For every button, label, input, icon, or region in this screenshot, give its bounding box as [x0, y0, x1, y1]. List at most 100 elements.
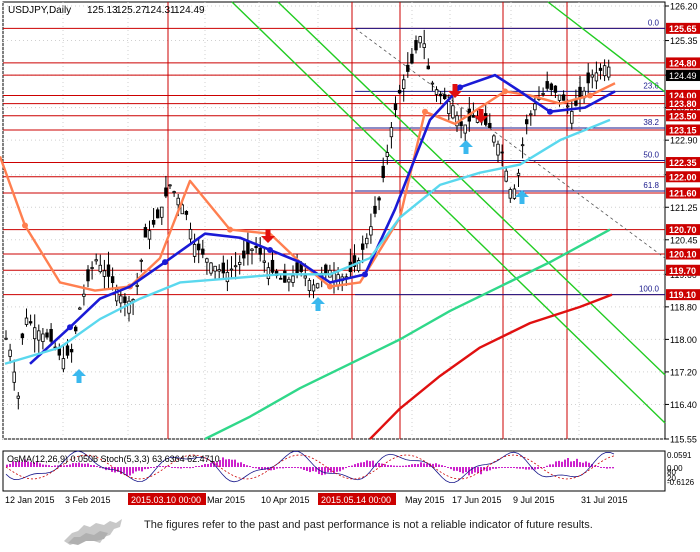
- candle-body: [188, 229, 193, 240]
- fib-label: 38.2: [643, 118, 659, 127]
- osma-bar: [42, 464, 44, 467]
- price-tick-label: 118.80: [670, 302, 697, 312]
- candle-body: [20, 333, 25, 339]
- candle-body: [94, 259, 98, 262]
- candle-body: [307, 280, 312, 291]
- osma-bar: [501, 467, 503, 468]
- candle-body: [533, 103, 537, 111]
- level-label: 120.10: [669, 250, 697, 260]
- osma-bar: [291, 467, 293, 468]
- level-label: 122.35: [669, 158, 697, 168]
- candle-body: [82, 293, 86, 297]
- osma-bar: [504, 467, 506, 468]
- osma-bar: [144, 467, 146, 470]
- candle-body: [410, 53, 414, 64]
- candle-body: [283, 270, 287, 283]
- time-tick-label: 3 Feb 2015: [65, 495, 111, 505]
- osma-bar: [534, 467, 536, 470]
- candle-body: [33, 327, 37, 340]
- osma-bar: [294, 467, 296, 468]
- osma-bar: [6, 464, 8, 467]
- time-tick-label: 2015.03.10 00:00: [131, 495, 201, 505]
- candle-body: [106, 264, 111, 277]
- time-tick-label: 31 Jul 2015: [581, 495, 628, 505]
- price-tick-label: 122.90: [670, 136, 698, 146]
- osma-bar: [510, 467, 512, 468]
- osma-bar: [165, 466, 167, 467]
- osma-bar: [564, 459, 566, 467]
- candle-body: [365, 237, 369, 245]
- candle-body: [414, 40, 418, 51]
- osma-bar: [555, 461, 557, 467]
- level-label: 123.50: [669, 111, 697, 121]
- osma-bar: [54, 465, 56, 467]
- candle-body: [250, 248, 254, 251]
- footer: The figures refer to the past and past p…: [0, 509, 700, 552]
- price-tick-label: 126.20: [670, 2, 698, 12]
- osma-bar: [237, 462, 239, 467]
- candle-body: [516, 172, 521, 176]
- osma-bar: [390, 465, 392, 467]
- level-label: 119.70: [669, 266, 696, 276]
- osma-bar: [558, 460, 560, 467]
- bid-price-label: 124.49: [669, 71, 697, 81]
- osma-bar: [579, 462, 581, 467]
- candle-body: [442, 94, 447, 100]
- candle-body: [303, 275, 307, 279]
- osma-bar: [300, 467, 302, 469]
- osma-bar: [369, 461, 371, 467]
- osma-bar: [519, 467, 521, 469]
- candle-body: [41, 333, 45, 342]
- time-tick-label: 9 Jul 2015: [513, 495, 555, 505]
- candle-body: [225, 271, 230, 283]
- osma-bar: [51, 466, 53, 467]
- candle-body: [246, 241, 250, 254]
- candle-body: [229, 268, 234, 271]
- osma-bar: [252, 467, 254, 468]
- price-tick-label: 125.35: [670, 36, 698, 46]
- candle-body: [184, 210, 189, 215]
- fib-label: 0.0: [648, 18, 660, 27]
- osma-bar: [243, 464, 245, 467]
- candle-body: [155, 209, 160, 219]
- osma-bar: [528, 467, 530, 470]
- osma-bar: [231, 459, 233, 467]
- candle-body: [590, 74, 594, 78]
- osma-bar: [489, 467, 491, 471]
- osma-bar: [378, 462, 380, 467]
- osma-bar: [516, 467, 518, 469]
- candle-body: [401, 79, 406, 89]
- candle-body: [389, 127, 394, 138]
- candle-body: [102, 270, 107, 277]
- osma-bar: [150, 467, 152, 469]
- candle-body: [360, 243, 365, 250]
- level-label: 119.10: [669, 290, 696, 300]
- candle-body: [49, 329, 53, 342]
- fib-label: 61.8: [643, 181, 659, 190]
- osma-bar: [222, 457, 224, 467]
- ohlc-low: 124.31: [145, 5, 176, 16]
- osma-bar: [324, 467, 326, 475]
- osma-bar: [168, 466, 170, 467]
- osma-bar: [135, 467, 137, 472]
- indicator-tick-label: -0.6126: [667, 478, 695, 487]
- osma-bar: [384, 464, 386, 467]
- osma-bar: [9, 463, 11, 467]
- ohlc-open: 125.13: [87, 5, 118, 16]
- ma-marker: [362, 271, 368, 278]
- candle-body: [570, 111, 574, 124]
- candle-body: [471, 115, 476, 118]
- osma-bar: [255, 467, 257, 469]
- osma-bar: [84, 463, 86, 467]
- osma-bar: [354, 464, 356, 467]
- osma-bar: [336, 467, 338, 472]
- candle-body: [541, 93, 545, 95]
- candle-body: [168, 184, 172, 187]
- level-label: 123.15: [669, 126, 697, 136]
- candle-body: [12, 371, 16, 383]
- candle-body: [176, 197, 180, 206]
- osma-bar: [408, 464, 410, 467]
- candle-body: [221, 262, 225, 274]
- time-tick-label: May 2015: [405, 495, 445, 505]
- osma-bar: [81, 463, 83, 467]
